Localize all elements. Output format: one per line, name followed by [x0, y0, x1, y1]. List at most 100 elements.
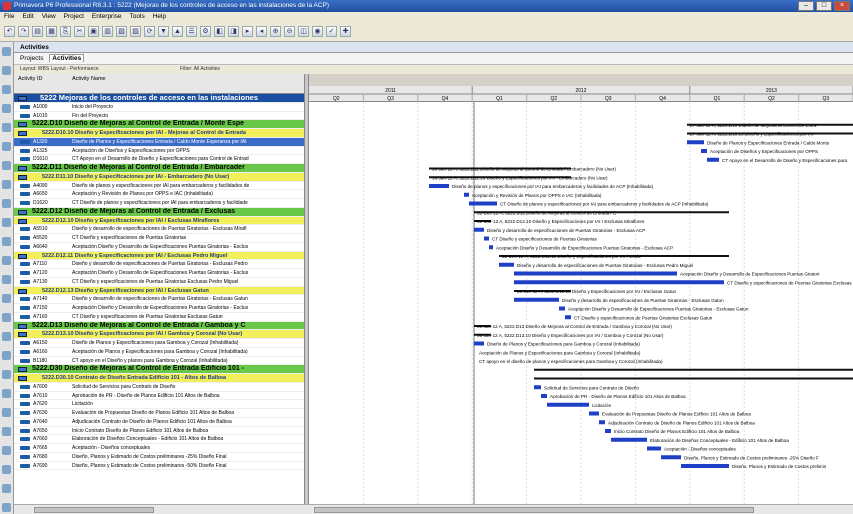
toolbar-button-13[interactable]: ▲ — [172, 26, 183, 37]
wbs-collapse-icon[interactable] — [18, 253, 27, 259]
activity-bar[interactable] — [661, 455, 681, 460]
menu-tools[interactable]: Tools — [130, 12, 145, 22]
activity-row[interactable]: A5520 CT Diseño y especificaciones de Pue… — [14, 234, 304, 243]
wbs-row[interactable]: 5222.D10.10 Diseño y Especificaciones po… — [14, 129, 304, 138]
toolbar-button-9[interactable]: ▧ — [116, 26, 127, 37]
activity-bar[interactable] — [514, 297, 559, 302]
directory-icon-5[interactable] — [2, 123, 11, 132]
activity-bar[interactable] — [687, 140, 704, 145]
toolbar-button-8[interactable]: ▥ — [102, 26, 113, 37]
directory-icon-20[interactable] — [2, 408, 11, 417]
toolbar-button-25[interactable]: ✚ — [340, 26, 351, 37]
directory-icon-14[interactable] — [2, 294, 11, 303]
toolbar-button-4[interactable]: ▦ — [46, 26, 57, 37]
wbs-summary-bar[interactable] — [534, 377, 853, 380]
minimize-button[interactable]: – — [798, 1, 814, 11]
activity-bar[interactable] — [681, 464, 729, 468]
directory-icon-15[interactable] — [2, 313, 11, 322]
activity-bar[interactable] — [429, 184, 449, 188]
activity-row[interactable]: A6650 Aceptación y Revisión de Planos por… — [14, 190, 304, 199]
activity-row[interactable]: A7610 Aprobación de PR - Diseño de Planos… — [14, 392, 304, 401]
wbs-row[interactable]: 5222.D11.10 Diseño y Especificaciones po… — [14, 172, 304, 182]
directory-icon-6[interactable] — [2, 142, 11, 151]
directory-icon-24[interactable] — [2, 484, 11, 493]
directory-icon-9[interactable] — [2, 199, 11, 208]
wbs-row[interactable]: 5222.D13.10 Diseño y Especificaciones po… — [14, 330, 304, 339]
directory-icon-8[interactable] — [2, 180, 11, 189]
activity-row[interactable]: A1000 Inicio del Proyecto — [14, 103, 304, 112]
activity-row[interactable]: D1610 CT Apoyo en el Desarrollo de Diseño… — [14, 155, 304, 164]
directory-icon-2[interactable] — [2, 66, 11, 75]
directory-icon-3[interactable] — [2, 85, 11, 94]
directory-icon-18[interactable] — [2, 370, 11, 379]
activity-row[interactable]: A7130 CT Diseño y especificaciones de Pue… — [14, 278, 304, 287]
directory-icon-23[interactable] — [2, 465, 11, 474]
table-scroll-thumb[interactable] — [34, 507, 154, 513]
gantt-scroll-thumb[interactable] — [314, 507, 754, 513]
menu-edit[interactable]: Edit — [22, 12, 33, 22]
activity-row[interactable]: A7630 Evaluación de Propuestas Diseño de … — [14, 409, 304, 418]
activity-row[interactable]: A7650 Inicio Contrato Diseño de Planos Ed… — [14, 427, 304, 436]
wbs-collapse-icon[interactable] — [18, 323, 27, 329]
activity-bar[interactable] — [474, 341, 484, 346]
filter-name[interactable]: Filter: All Activities — [180, 66, 220, 72]
activity-row[interactable]: A7160 CT Diseño y especificaciones de Pue… — [14, 313, 304, 322]
toolbar-button-16[interactable]: ◧ — [214, 26, 225, 37]
activity-row[interactable]: A1320 Diseño de Planos y Especificaciones… — [14, 137, 304, 147]
activity-bar[interactable] — [474, 227, 484, 232]
activity-row[interactable]: A5510 Diseño y desarrollo de especificaci… — [14, 225, 304, 234]
toolbar-button-17[interactable]: ◨ — [228, 26, 239, 37]
toolbar-button-23[interactable]: ◉ — [312, 26, 323, 37]
activity-bar[interactable] — [589, 411, 599, 416]
layout-name[interactable]: Layout: WBS Layout - Performance — [20, 66, 99, 72]
activity-bar[interactable] — [701, 149, 707, 153]
activity-row[interactable]: B1180 CT apoyo en el Diseño y planos para… — [14, 357, 304, 366]
wbs-summary-bar[interactable] — [534, 368, 853, 371]
toolbar-button-10[interactable]: ▨ — [130, 26, 141, 37]
wbs-row[interactable]: 5222.D13 Diseño de Mejoras al Control de… — [14, 321, 304, 331]
activity-row[interactable]: A6640 Aceptación Diseño y Desarrollo de E… — [14, 243, 304, 252]
activity-row[interactable]: A1010 Fin del Proyecto — [14, 112, 304, 121]
activity-row[interactable]: A7620 Licitación — [14, 400, 304, 409]
activity-row[interactable]: A7690 Diseño, Planos y Estimado de Costos… — [14, 462, 304, 471]
activity-bar[interactable] — [489, 245, 493, 250]
activity-row[interactable]: A7640 Adjudicación Contrato de Diseño de … — [14, 418, 304, 427]
toolbar-button-11[interactable]: ⟳ — [144, 26, 155, 37]
directory-icon-7[interactable] — [2, 161, 11, 170]
directory-icon-13[interactable] — [2, 275, 11, 284]
menu-view[interactable]: View — [42, 12, 56, 22]
wbs-collapse-icon[interactable] — [18, 209, 27, 215]
toolbar-button-12[interactable]: ▼ — [158, 26, 169, 37]
activity-bar[interactable] — [541, 394, 547, 398]
wbs-row[interactable]: 5222.D30 Diseño de Mejoras al Control de… — [14, 365, 304, 374]
activity-row[interactable]: A7660 Elaboración de Diseños Conceptuales… — [14, 435, 304, 444]
wbs-row[interactable]: 5222.D30.10 Contrato de Diseño Entrada E… — [14, 374, 304, 383]
horizontal-scrollbar[interactable] — [14, 504, 853, 514]
activity-row[interactable]: A7140 Diseño y desarrollo de especificaci… — [14, 295, 304, 304]
activity-bar[interactable] — [499, 262, 514, 267]
activity-bar[interactable] — [559, 306, 565, 311]
wbs-collapse-icon[interactable] — [18, 131, 27, 136]
menu-file[interactable]: File — [4, 12, 14, 22]
activity-bar[interactable] — [599, 420, 605, 425]
wbs-collapse-icon[interactable] — [18, 367, 27, 373]
activity-row[interactable]: A6150 Diseño de Planos y Especificaciones… — [14, 339, 304, 348]
wbs-collapse-icon[interactable] — [18, 174, 27, 180]
maximize-button[interactable]: □ — [816, 1, 832, 11]
activity-row[interactable]: A7600 Solicitud de Servicios para Contrat… — [14, 383, 304, 392]
activity-bar[interactable] — [514, 271, 677, 276]
activity-bar[interactable] — [514, 280, 724, 285]
wbs-row[interactable]: 5222.D12 Diseño de Mejoras al Control de… — [14, 207, 304, 217]
wbs-row[interactable]: 5222.D12.10 Diseño y Especificaciones po… — [14, 216, 304, 226]
toolbar-button-1[interactable]: ↶ — [4, 26, 15, 37]
wbs-collapse-icon[interactable] — [18, 96, 27, 101]
activity-bar[interactable] — [707, 157, 719, 162]
directory-icon-22[interactable] — [2, 446, 11, 455]
directory-icon-1[interactable] — [2, 47, 11, 56]
menu-project[interactable]: Project — [64, 12, 84, 22]
menu-enterprise[interactable]: Enterprise — [92, 12, 122, 22]
toolbar-button-5[interactable]: ⎘ — [60, 26, 71, 37]
directory-icon-4[interactable] — [2, 104, 11, 113]
activity-bar[interactable] — [469, 201, 497, 206]
wbs-row[interactable]: 5222.D10 Diseño de Mejoras al Control de… — [14, 120, 304, 129]
